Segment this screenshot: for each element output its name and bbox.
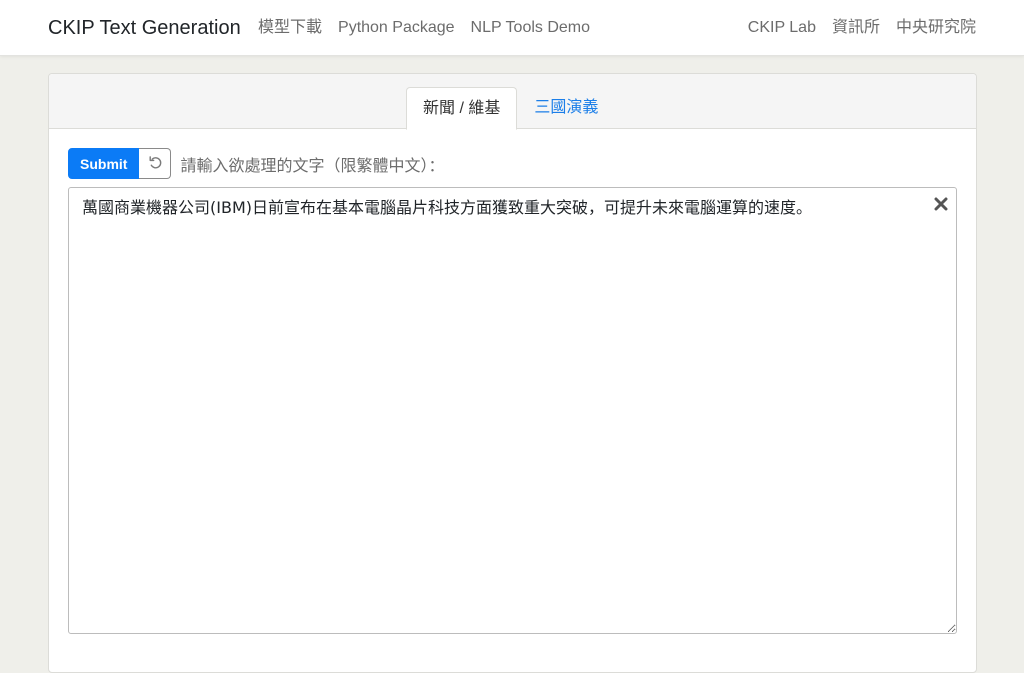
input-toolbar: Submit 請輸入欲處理的文字（限繁體中文）： [68, 148, 444, 179]
nav-link-ckip-lab[interactable]: CKIP Lab [740, 16, 824, 40]
brand-link[interactable]: CKIP Text Generation [48, 16, 241, 40]
nav-right: CKIP Lab 資訊所 中央研究院 [740, 16, 976, 40]
navbar: CKIP Text Generation 模型下載 Python Package… [0, 0, 1024, 56]
nav-link-python-package[interactable]: Python Package [330, 16, 463, 40]
main-card: 新聞 / 維基 三國演義 Submit 請輸入欲處理的文字（限繁體中文）： 萬國… [48, 73, 977, 673]
card-header: 新聞 / 維基 三國演義 [49, 74, 976, 130]
nav-left: 模型下載 Python Package NLP Tools Demo [250, 16, 598, 40]
reset-button[interactable] [139, 148, 172, 179]
undo-icon [147, 154, 163, 173]
text-input-wrapper: 萬國商業機器公司(IBM)日前宣布在基本電腦晶片科技方面獲致重大突破，可提升未來… [68, 187, 957, 634]
tab-news-wiki[interactable]: 新聞 / 維基 [406, 87, 518, 130]
nav-link-academia-sinica[interactable]: 中央研究院 [888, 16, 976, 40]
tab-list: 新聞 / 維基 三國演義 [406, 86, 615, 130]
text-input[interactable]: 萬國商業機器公司(IBM)日前宣布在基本電腦晶片科技方面獲致重大突破，可提升未來… [68, 187, 957, 634]
submit-button[interactable]: Submit [68, 148, 140, 179]
nav-link-iis[interactable]: 資訊所 [824, 16, 888, 40]
nav-link-nlp-tools-demo[interactable]: NLP Tools Demo [463, 16, 598, 40]
close-icon[interactable] [932, 195, 950, 213]
tab-three-kingdoms[interactable]: 三國演義 [517, 86, 615, 129]
input-instruction: 請輸入欲處理的文字（限繁體中文）： [180, 157, 445, 175]
nav-link-model-download[interactable]: 模型下載 [250, 16, 330, 40]
